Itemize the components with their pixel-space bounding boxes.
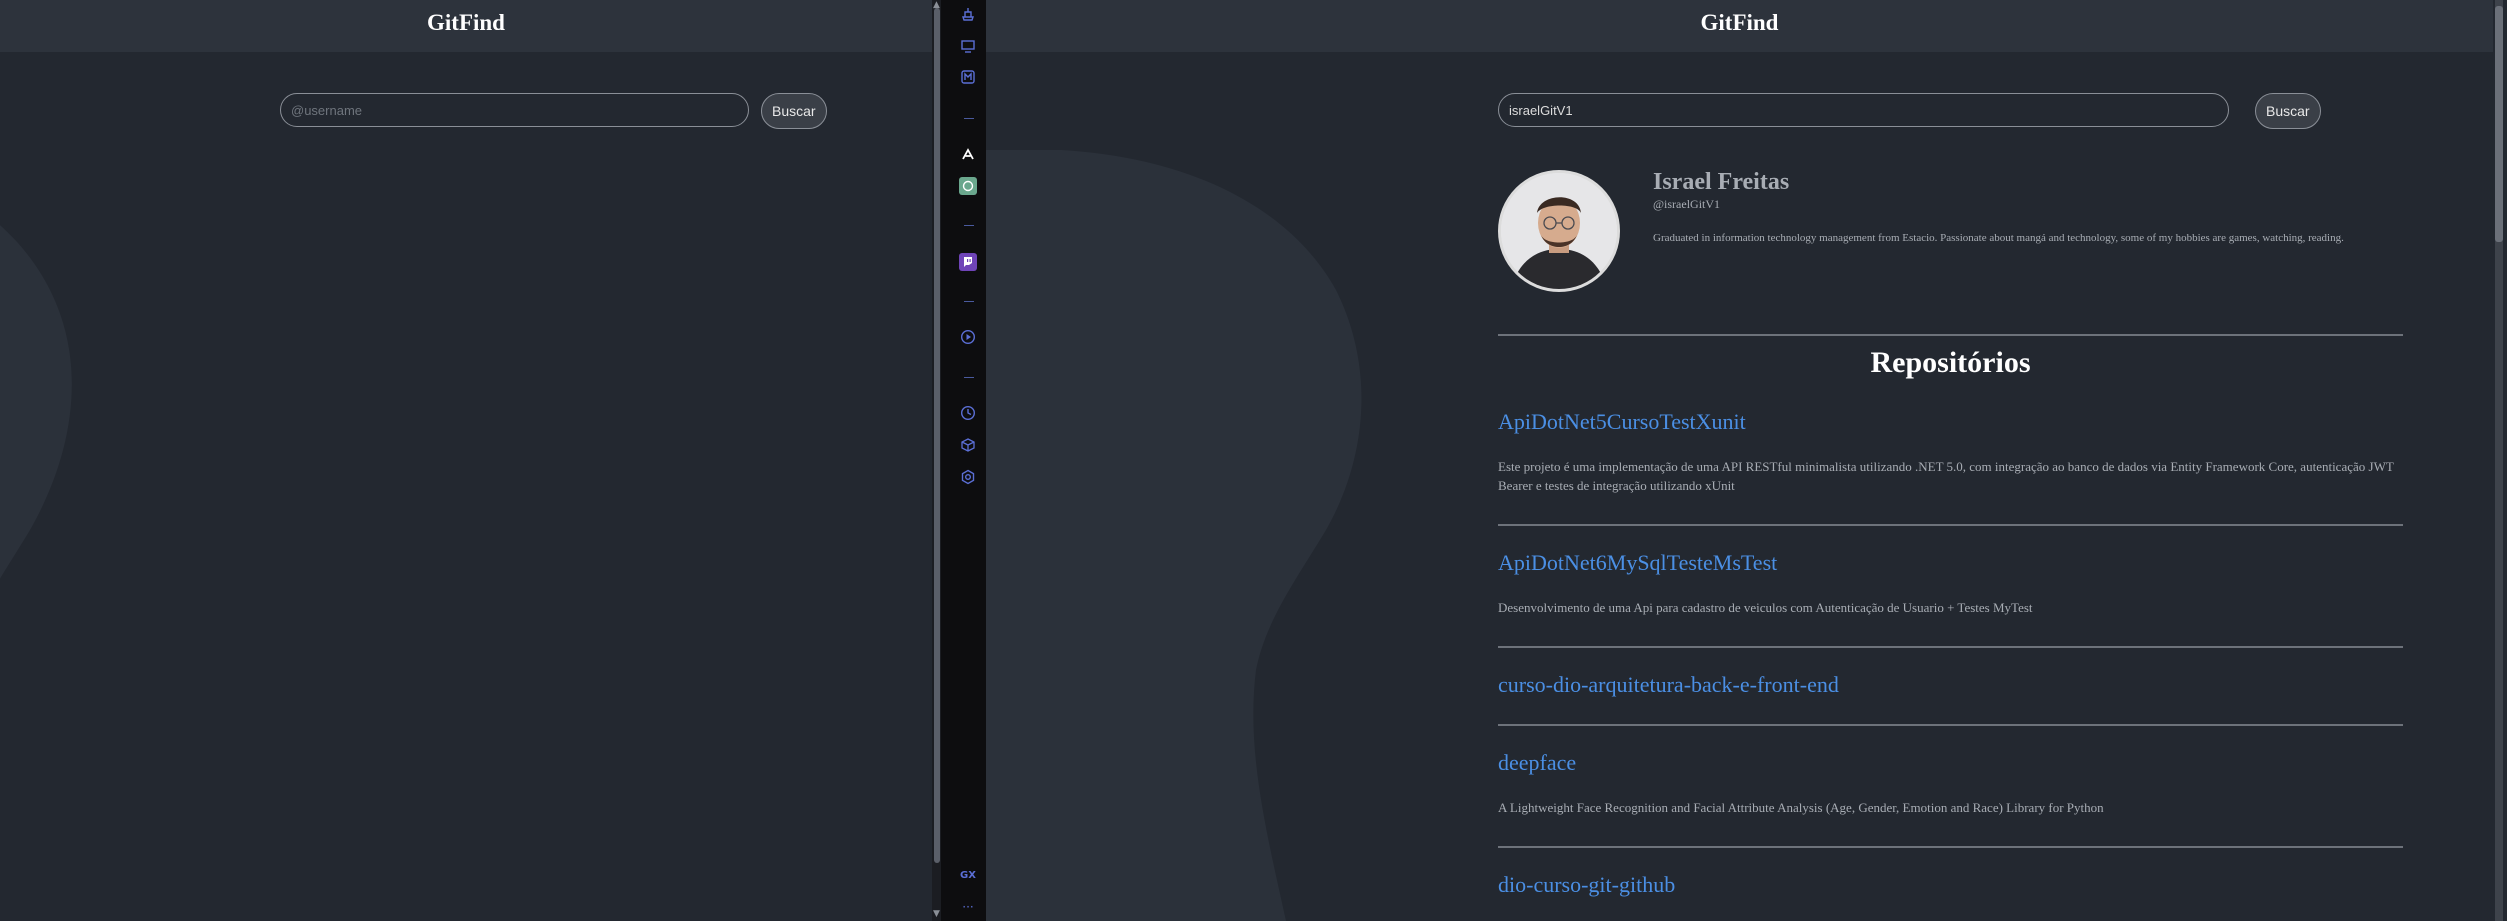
repo-description: Desenvolvimento de uma Api para cadastro… (1498, 600, 2033, 615)
avatar (1498, 170, 1620, 292)
mail-m-icon[interactable] (958, 69, 978, 89)
play-icon[interactable] (958, 329, 978, 349)
username-search-input[interactable] (1498, 93, 2229, 127)
repos-heading: Repositórios (1870, 346, 2031, 379)
ship-icon[interactable] (958, 6, 978, 26)
section-divider (1498, 334, 2403, 336)
search-button[interactable]: Buscar (2255, 93, 2321, 129)
repo-item: ApiDotNet5CursoTestXunit Este projeto é … (1498, 409, 2403, 495)
profile-login: @israelGitV1 (1653, 197, 1721, 211)
scrollbar-thumb[interactable] (934, 8, 940, 863)
repo-divider (1498, 524, 2403, 526)
repo-divider (1498, 846, 2403, 848)
right-pane: GitFind Buscar Israel Freitas @israelGit… (986, 0, 2493, 921)
repo-item: ApiDotNet6MySqlTesteMsTest Desenvolvimen… (1498, 550, 2403, 617)
repo-item: deepface A Lightweight Face Recognition … (1498, 750, 2403, 817)
monitor-icon[interactable] (958, 38, 978, 58)
sidebar-divider (964, 377, 974, 378)
scroll-up-arrow[interactable]: ▲ (933, 0, 940, 10)
scroll-down-arrow[interactable]: ▼ (933, 909, 940, 919)
repo-name-link[interactable]: ApiDotNet5CursoTestXunit (1498, 409, 2403, 435)
more-options-icon[interactable]: ··· (958, 897, 978, 917)
sidebar-divider (964, 118, 974, 119)
username-search-input[interactable] (280, 93, 749, 127)
scrollbar-thumb[interactable] (2495, 6, 2503, 242)
chatgpt-icon[interactable] (958, 177, 978, 197)
repo-name-link[interactable]: deepface (1498, 750, 2403, 776)
clock-icon[interactable] (958, 405, 978, 425)
repo-description: A Lightweight Face Recognition and Facia… (1498, 800, 2104, 815)
browser-sidebar: ▲ ▼ GX ··· (932, 0, 986, 921)
cube-icon[interactable] (958, 437, 978, 457)
github-background-logo (0, 225, 72, 579)
left-pane-scrollbar[interactable] (932, 0, 941, 921)
repo-item: curso-dio-arquitetura-back-e-front-end (1498, 672, 2403, 698)
search-button[interactable]: Buscar (761, 93, 827, 129)
repo-name-link[interactable]: ApiDotNet6MySqlTesteMsTest (1498, 550, 2403, 576)
app-header: GitFind (0, 0, 932, 52)
sidebar-divider (964, 301, 974, 302)
left-pane: GitFind Buscar (0, 0, 932, 921)
app-title: GitFind (427, 10, 505, 35)
app-title: GitFind (1700, 10, 1779, 35)
repo-name-link[interactable]: dio-curso-git-github (1498, 872, 2403, 898)
repo-name-link[interactable]: curso-dio-arquitetura-back-e-front-end (1498, 672, 2403, 698)
repo-item: dio-curso-git-github (1498, 872, 2403, 898)
repo-description: Este projeto é uma implementação de uma … (1498, 459, 2394, 493)
aria-icon[interactable] (958, 146, 978, 166)
right-pane-scrollbar[interactable] (2495, 0, 2503, 921)
settings-icon[interactable] (958, 469, 978, 489)
app-header: GitFind (986, 0, 2493, 52)
repo-divider (1498, 646, 2403, 648)
repo-divider (1498, 724, 2403, 726)
profile-name: Israel Freitas (1653, 169, 1790, 195)
profile-bio: Graduated in information technology mana… (1653, 232, 2344, 244)
gx-corner-label[interactable]: GX (958, 866, 978, 886)
twitch-icon[interactable] (958, 253, 978, 273)
sidebar-divider (964, 225, 974, 226)
